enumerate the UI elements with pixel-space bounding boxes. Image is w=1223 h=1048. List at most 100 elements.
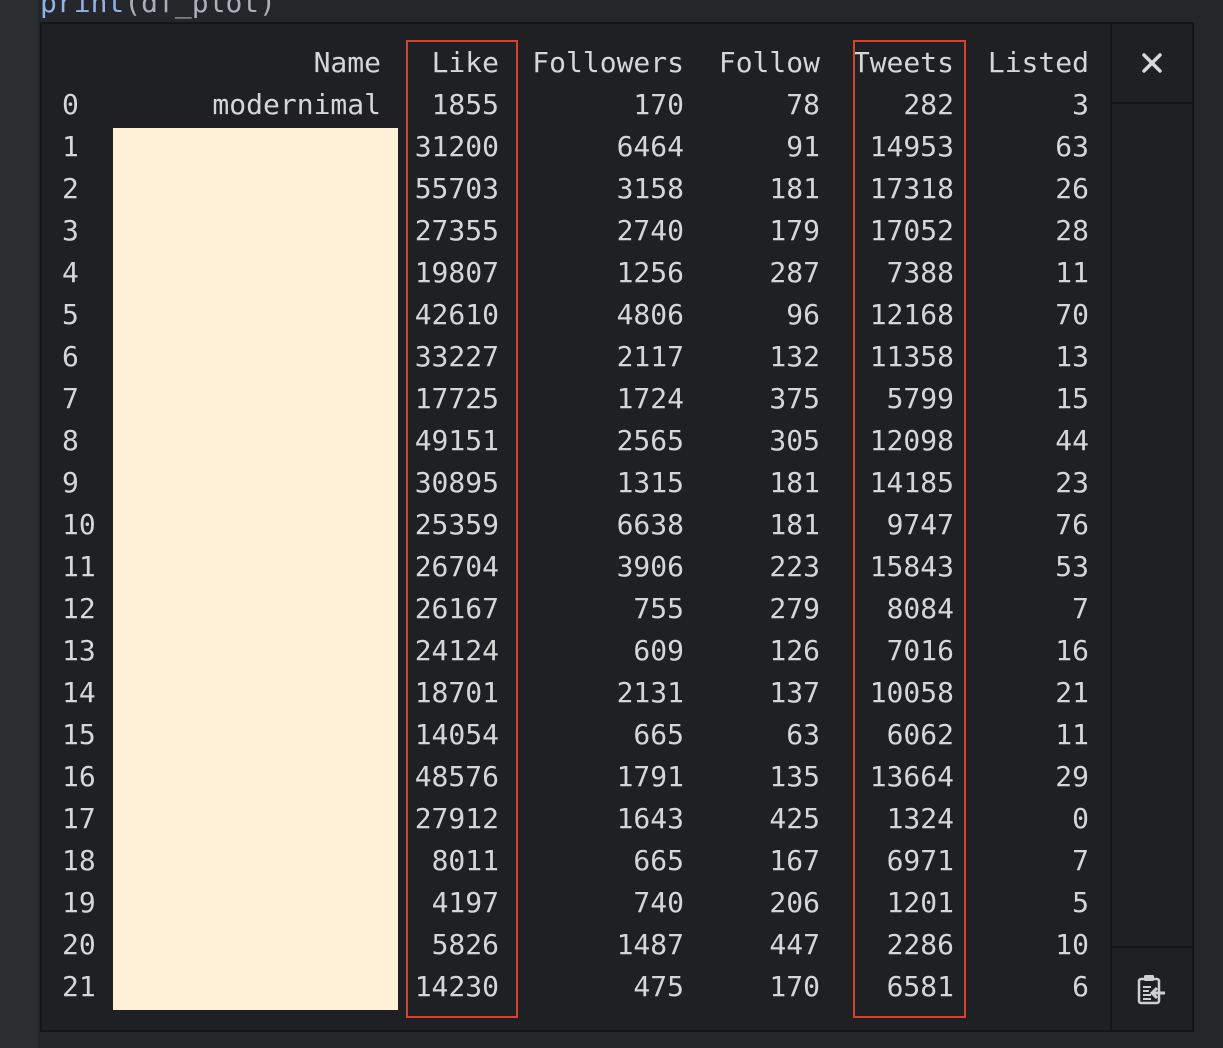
cell-followers: 2740 — [616, 214, 684, 247]
cell-listed: 7 — [1072, 844, 1089, 877]
close-icon — [1142, 53, 1162, 73]
row-index: 9 — [62, 466, 79, 499]
cell-listed: 13 — [1055, 340, 1089, 373]
code-line: print(df_plot) — [40, 0, 276, 19]
cell-listed: 6 — [1072, 970, 1089, 1003]
cell-follow: 96 — [786, 298, 820, 331]
cell-followers: 2565 — [616, 424, 684, 457]
cell-listed: 44 — [1055, 424, 1089, 457]
cell-followers: 609 — [633, 634, 684, 667]
cell-followers: 740 — [633, 886, 684, 919]
cell-followers: 2117 — [616, 340, 684, 373]
row-index: 15 — [62, 718, 96, 751]
row-index: 11 — [62, 550, 96, 583]
cell-followers: 3158 — [616, 172, 684, 205]
row-index: 3 — [62, 214, 79, 247]
cell-follow: 447 — [769, 928, 820, 961]
cell-follow: 206 — [769, 886, 820, 919]
cell-follow: 375 — [769, 382, 820, 415]
cell-followers: 1643 — [616, 802, 684, 835]
row-index: 14 — [62, 676, 96, 709]
row-index: 0 — [62, 88, 79, 121]
redacted-name-column — [113, 128, 398, 1010]
cell-follow: 179 — [769, 214, 820, 247]
cell-follow: 137 — [769, 676, 820, 709]
cell-follow: 167 — [769, 844, 820, 877]
cell-followers: 170 — [633, 88, 684, 121]
row-index: 12 — [62, 592, 96, 625]
cell-listed: 70 — [1055, 298, 1089, 331]
cell-followers: 665 — [633, 844, 684, 877]
cell-listed: 21 — [1055, 676, 1089, 709]
cell-followers: 755 — [633, 592, 684, 625]
cell-listed: 63 — [1055, 130, 1089, 163]
cell-follow: 170 — [769, 970, 820, 1003]
cell-listed: 3 — [1072, 88, 1089, 121]
cell-follow: 181 — [769, 508, 820, 541]
cell-listed: 16 — [1055, 634, 1089, 667]
cell-listed: 29 — [1055, 760, 1089, 793]
row-index: 21 — [62, 970, 96, 1003]
cell-follow: 78 — [786, 88, 820, 121]
row-index: 19 — [62, 886, 96, 919]
cell-follow: 132 — [769, 340, 820, 373]
cell-listed: 11 — [1055, 718, 1089, 751]
editor-gutter — [0, 0, 38, 1048]
cell-follow: 126 — [769, 634, 820, 667]
row-index: 13 — [62, 634, 96, 667]
output-side-toolbar — [1110, 22, 1192, 1030]
cell-listed: 26 — [1055, 172, 1089, 205]
cell-followers: 2131 — [616, 676, 684, 709]
cell-follow: 63 — [786, 718, 820, 751]
cell-follow: 287 — [769, 256, 820, 289]
cell-followers: 6638 — [616, 508, 684, 541]
row-index: 17 — [62, 802, 96, 835]
row-index: 1 — [62, 130, 79, 163]
row-index: 7 — [62, 382, 79, 415]
cell-followers: 1791 — [616, 760, 684, 793]
row-index: 4 — [62, 256, 79, 289]
cell-listed: 15 — [1055, 382, 1089, 415]
cell-listed: 11 — [1055, 256, 1089, 289]
cell-follow: 279 — [769, 592, 820, 625]
cell-listed: 10 — [1055, 928, 1089, 961]
column-header-followers: Followers — [532, 46, 684, 79]
cell-listed: 53 — [1055, 550, 1089, 583]
like-column-highlight — [406, 40, 518, 1018]
code-function: print — [40, 0, 125, 19]
cell-name: modernimal — [212, 88, 381, 121]
cell-listed: 5 — [1072, 886, 1089, 919]
tweets-column-highlight — [853, 40, 966, 1018]
cell-followers: 1724 — [616, 382, 684, 415]
row-index: 8 — [62, 424, 79, 457]
column-header-listed: Listed — [987, 46, 1089, 79]
cell-follow: 305 — [769, 424, 820, 457]
cell-listed: 23 — [1055, 466, 1089, 499]
cell-followers: 665 — [633, 718, 684, 751]
cell-followers: 1256 — [616, 256, 684, 289]
row-index: 16 — [62, 760, 96, 793]
cell-follow: 135 — [769, 760, 820, 793]
cell-followers: 1487 — [616, 928, 684, 961]
cell-followers: 6464 — [616, 130, 684, 163]
row-index: 2 — [62, 172, 79, 205]
close-output-button[interactable] — [1112, 22, 1192, 104]
paste-output-button[interactable] — [1112, 948, 1192, 1030]
cell-listed: 28 — [1055, 214, 1089, 247]
cell-followers: 475 — [633, 970, 684, 1003]
clipboard-paste-icon — [1137, 975, 1165, 1005]
code-argument: df_plot — [141, 0, 260, 19]
cell-listed: 0 — [1072, 802, 1089, 835]
cell-followers: 1315 — [616, 466, 684, 499]
row-index: 18 — [62, 844, 96, 877]
cell-follow: 181 — [769, 466, 820, 499]
cell-listed: 76 — [1055, 508, 1089, 541]
cell-followers: 4806 — [616, 298, 684, 331]
row-index: 10 — [62, 508, 96, 541]
row-index: 6 — [62, 340, 79, 373]
column-header-name: Name — [313, 46, 381, 79]
column-header-follow: Follow — [718, 46, 820, 79]
cell-listed: 7 — [1072, 592, 1089, 625]
cell-followers: 3906 — [616, 550, 684, 583]
cell-follow: 223 — [769, 550, 820, 583]
